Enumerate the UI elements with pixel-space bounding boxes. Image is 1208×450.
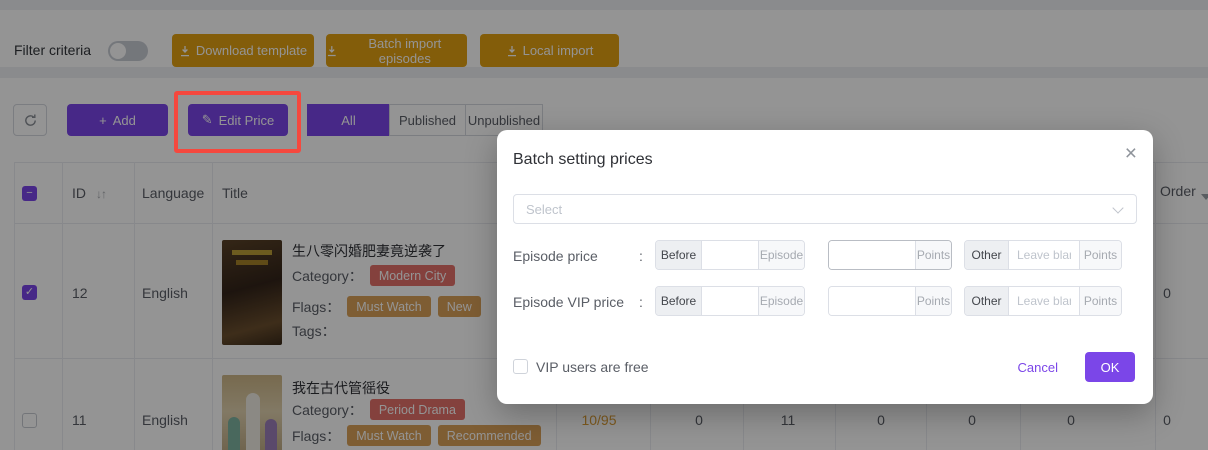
highlight-annotation-rectangle <box>174 91 301 153</box>
episode-addon: Episode <box>758 287 804 315</box>
vip-price-other-group: Other Points <box>964 286 1122 316</box>
other-addon: Other <box>965 287 1009 315</box>
other-points-input[interactable] <box>1009 287 1079 315</box>
before-addon: Before <box>656 241 702 269</box>
modal-title: Batch setting prices <box>513 151 653 169</box>
episode-vip-price-label: Episode VIP price <box>513 294 624 310</box>
vip-price-points-group: Points <box>828 286 952 316</box>
before-addon: Before <box>656 287 702 315</box>
chevron-down-icon <box>1112 202 1123 213</box>
points-input[interactable] <box>829 241 915 269</box>
before-episode-input[interactable] <box>702 287 758 315</box>
other-points-input[interactable] <box>1009 241 1079 269</box>
points-addon: Points <box>1079 241 1121 269</box>
episode-price-label: Episode price <box>513 248 598 264</box>
cancel-button[interactable]: Cancel <box>1018 352 1058 382</box>
colon: : <box>639 248 643 264</box>
batch-setting-prices-modal: Batch setting prices × Select Episode pr… <box>497 130 1153 404</box>
episode-price-points-group: Points <box>828 240 952 270</box>
other-addon: Other <box>965 241 1009 269</box>
ok-button[interactable]: OK <box>1085 352 1135 382</box>
before-episode-input[interactable] <box>702 241 758 269</box>
episodes-select[interactable]: Select <box>513 194 1137 224</box>
vip-users-free-checkbox[interactable] <box>513 359 528 374</box>
points-addon: Points <box>915 287 951 315</box>
points-input[interactable] <box>829 287 915 315</box>
episode-addon: Episode <box>758 241 804 269</box>
vip-price-before-group: Before Episode <box>655 286 805 316</box>
points-addon: Points <box>915 241 951 269</box>
close-icon[interactable]: × <box>1125 143 1137 164</box>
episode-management-page: Filter criteria Download template Batch … <box>0 0 1208 450</box>
episode-price-other-group: Other Points <box>964 240 1122 270</box>
points-addon: Points <box>1079 287 1121 315</box>
episode-price-before-group: Before Episode <box>655 240 805 270</box>
select-placeholder: Select <box>526 202 562 217</box>
colon: : <box>639 294 643 310</box>
vip-users-free-label: VIP users are free <box>536 359 649 375</box>
